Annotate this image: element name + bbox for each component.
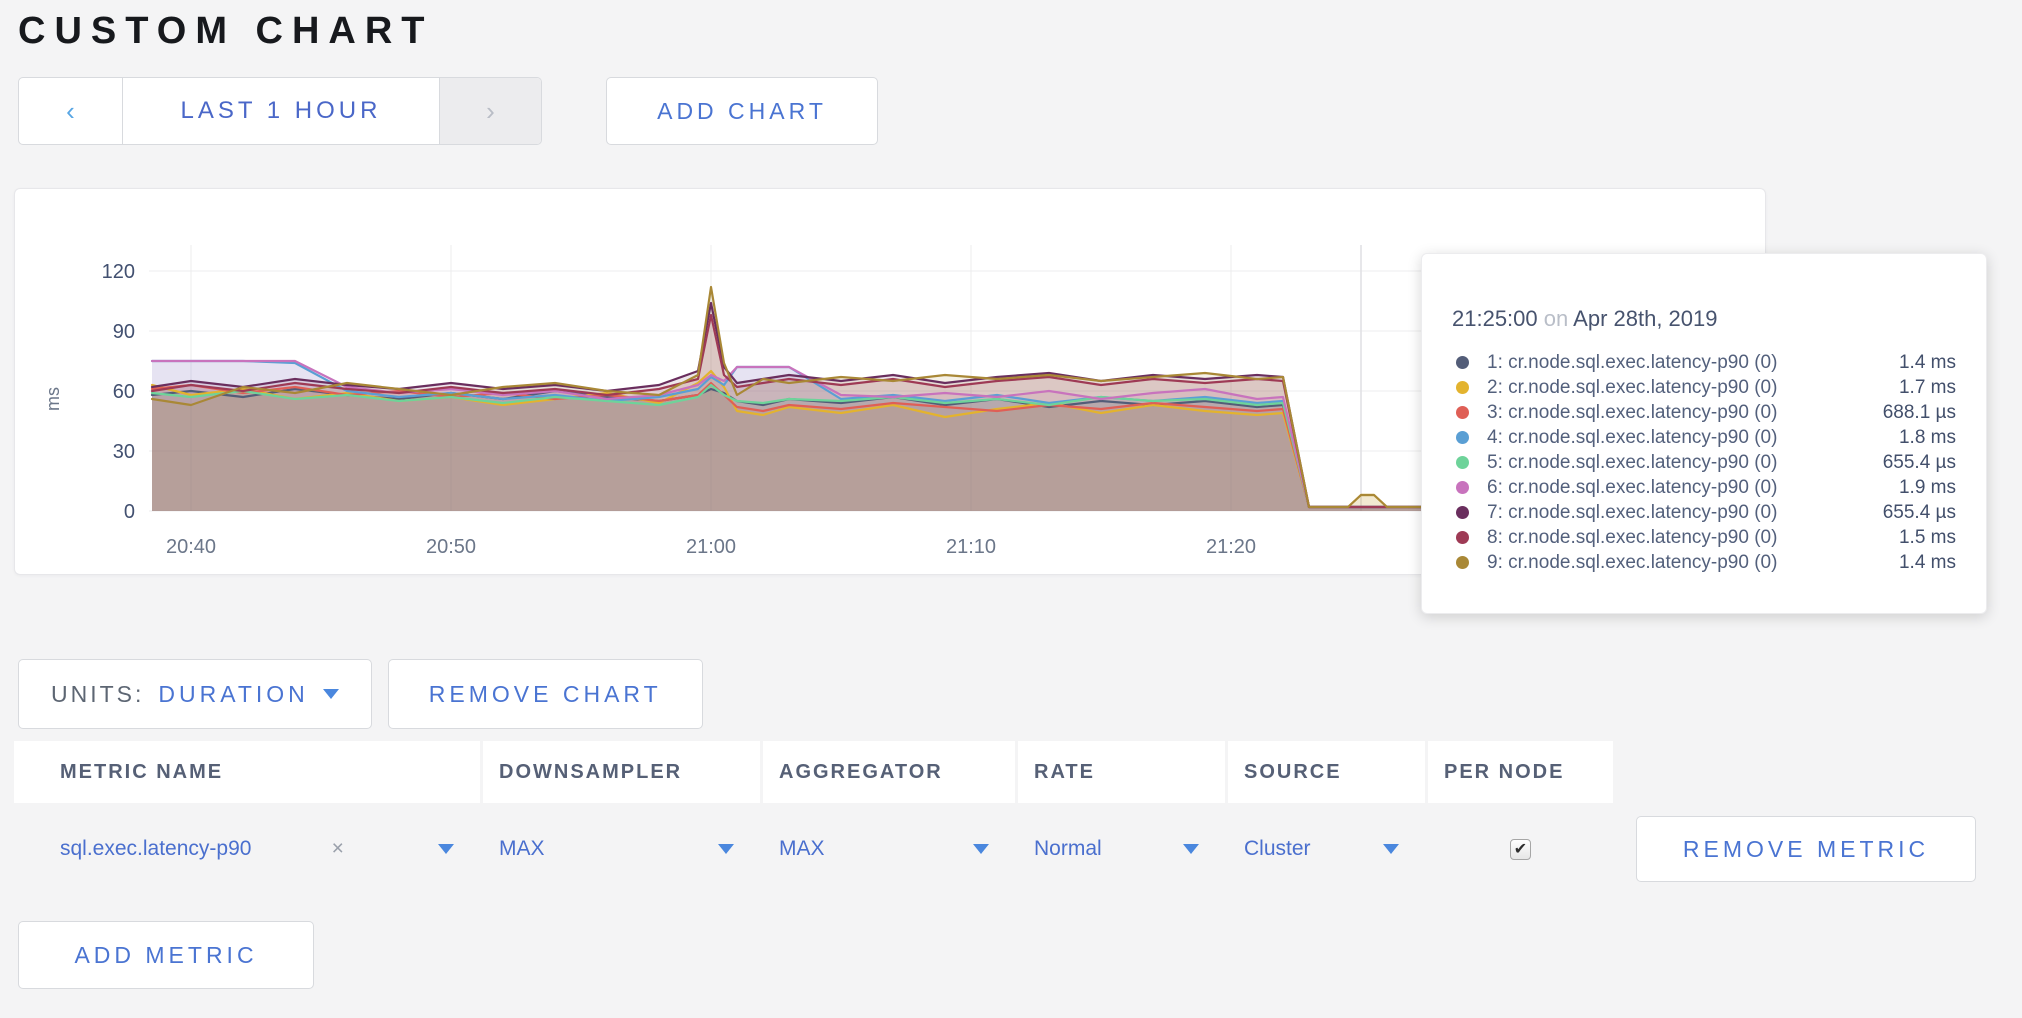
actions-cell: REMOVE METRIC xyxy=(1616,803,2008,895)
svg-text:21:10: 21:10 xyxy=(946,536,996,558)
col-header-metric-name: METRIC NAME xyxy=(14,741,480,803)
metric-name-cell: sql.exec.latency-p90 × xyxy=(14,803,480,895)
chevron-down-icon xyxy=(1383,844,1399,854)
per-node-checkbox[interactable] xyxy=(1510,839,1531,860)
tooltip-row: 6: cr.node.sql.exec.latency-p90 (0)1.9 m… xyxy=(1452,475,1956,500)
chevron-left-icon: ‹ xyxy=(66,96,75,127)
tooltip-row: 8: cr.node.sql.exec.latency-p90 (0)1.5 m… xyxy=(1452,525,1956,550)
add-metric-button[interactable]: ADD METRIC xyxy=(18,921,314,989)
aggregator-cell: MAX xyxy=(763,803,1015,895)
col-header-rate: RATE xyxy=(1018,741,1225,803)
metric-row: sql.exec.latency-p90 × MAX MAX Normal xyxy=(14,803,2008,895)
metric-name-dropdown[interactable]: sql.exec.latency-p90 × xyxy=(60,837,480,861)
series-dot-icon xyxy=(1456,531,1469,544)
tooltip-row: 3: cr.node.sql.exec.latency-p90 (0)688.1… xyxy=(1452,400,1956,425)
chart-hover-tooltip: 21:25:00 on Apr 28th, 2019 1: cr.node.sq… xyxy=(1421,253,1987,614)
svg-text:90: 90 xyxy=(113,321,135,343)
svg-text:30: 30 xyxy=(113,441,135,463)
svg-text:21:20: 21:20 xyxy=(1206,536,1256,558)
page-title: CUSTOM CHART xyxy=(18,10,2022,53)
per-node-cell xyxy=(1428,803,1613,895)
series-dot-icon xyxy=(1456,481,1469,494)
downsampler-cell: MAX xyxy=(483,803,760,895)
svg-text:120: 120 xyxy=(102,261,135,283)
time-range-dropdown[interactable]: LAST 1 HOUR xyxy=(123,78,439,144)
tooltip-row: 5: cr.node.sql.exec.latency-p90 (0)655.4… xyxy=(1452,450,1956,475)
chevron-right-icon: › xyxy=(486,96,495,127)
svg-text:0: 0 xyxy=(124,501,135,523)
series-dot-icon xyxy=(1456,506,1469,519)
time-next-button-disabled[interactable]: › xyxy=(439,78,541,144)
rate-cell: Normal xyxy=(1018,803,1225,895)
chevron-down-icon xyxy=(438,844,454,854)
col-header-downsampler: DOWNSAMPLER xyxy=(483,741,760,803)
clear-metric-icon[interactable]: × xyxy=(332,837,344,861)
add-chart-button[interactable]: ADD CHART xyxy=(606,77,878,145)
chart-options-row: UNITS: DURATION REMOVE CHART xyxy=(18,659,2022,729)
remove-chart-button[interactable]: REMOVE CHART xyxy=(388,659,703,729)
svg-text:60: 60 xyxy=(113,381,135,403)
time-range-label: LAST 1 HOUR xyxy=(181,97,382,125)
chevron-down-icon xyxy=(718,844,734,854)
svg-text:ms: ms xyxy=(43,387,63,411)
chevron-down-icon xyxy=(973,844,989,854)
metrics-table-header: METRIC NAME DOWNSAMPLER AGGREGATOR RATE … xyxy=(14,741,2008,803)
svg-text:20:40: 20:40 xyxy=(166,536,216,558)
svg-text:21:00: 21:00 xyxy=(686,536,736,558)
tooltip-row: 9: cr.node.sql.exec.latency-p90 (0)1.4 m… xyxy=(1452,550,1956,575)
tooltip-row: 7: cr.node.sql.exec.latency-p90 (0)655.4… xyxy=(1452,500,1956,525)
time-prev-button[interactable]: ‹ xyxy=(19,78,123,144)
col-header-per-node: PER NODE xyxy=(1428,741,1613,803)
chart-area: 0 30 60 90 120 20:40 20:50 21:00 21:10 21:20 ms 21… xyxy=(14,188,2022,575)
chevron-down-icon xyxy=(323,689,339,699)
svg-text:20:50: 20:50 xyxy=(426,536,476,558)
aggregator-dropdown[interactable]: MAX xyxy=(779,837,1015,861)
col-header-aggregator: AGGREGATOR xyxy=(763,741,1015,803)
metrics-table: METRIC NAME DOWNSAMPLER AGGREGATOR RATE … xyxy=(14,741,2008,895)
tooltip-row: 1: cr.node.sql.exec.latency-p90 (0)1.4 m… xyxy=(1452,350,1956,375)
source-cell: Cluster xyxy=(1228,803,1425,895)
remove-metric-button[interactable]: REMOVE METRIC xyxy=(1636,816,1976,882)
series-dot-icon xyxy=(1456,406,1469,419)
tooltip-row: 2: cr.node.sql.exec.latency-p90 (0)1.7 m… xyxy=(1452,375,1956,400)
series-dot-icon xyxy=(1456,556,1469,569)
units-dropdown[interactable]: UNITS: DURATION xyxy=(18,659,372,729)
source-dropdown[interactable]: Cluster xyxy=(1244,837,1425,861)
col-header-actions xyxy=(1616,741,2008,803)
series-dot-icon xyxy=(1456,431,1469,444)
time-controls: ‹ LAST 1 HOUR › ADD CHART xyxy=(18,77,2022,145)
series-dot-icon xyxy=(1456,356,1469,369)
chevron-down-icon xyxy=(1183,844,1199,854)
series-dot-icon xyxy=(1456,456,1469,469)
col-header-source: SOURCE xyxy=(1228,741,1425,803)
time-range-scrubber: ‹ LAST 1 HOUR › xyxy=(18,77,542,145)
downsampler-dropdown[interactable]: MAX xyxy=(499,837,760,861)
rate-dropdown[interactable]: Normal xyxy=(1034,837,1225,861)
tooltip-row: 4: cr.node.sql.exec.latency-p90 (0)1.8 m… xyxy=(1452,425,1956,450)
series-dot-icon xyxy=(1456,381,1469,394)
tooltip-timestamp: 21:25:00 on Apr 28th, 2019 xyxy=(1452,306,1956,332)
